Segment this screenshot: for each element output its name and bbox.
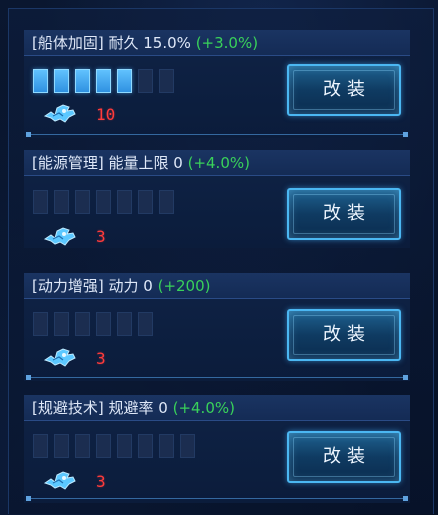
progress-segment-filled bbox=[96, 69, 111, 93]
blueprint-part-icon bbox=[43, 102, 77, 124]
module-bonus: (+4.0%) bbox=[172, 399, 235, 417]
progress-segment-empty bbox=[54, 312, 69, 336]
module-header: [规避技术] 规避率 0 (+4.0%) bbox=[24, 395, 410, 421]
progress-segment-empty bbox=[33, 190, 48, 214]
progress-segment-empty bbox=[33, 312, 48, 336]
module-category: [动力增强] bbox=[32, 277, 104, 295]
panel-divider bbox=[26, 496, 408, 501]
module-card-evasion: [规避技术] 规避率 0 (+4.0%) 3 改装 bbox=[24, 395, 410, 503]
progress-segment-filled bbox=[54, 69, 69, 93]
modify-button[interactable]: 改装 bbox=[287, 431, 401, 483]
panel-divider bbox=[26, 132, 408, 137]
progress-segment-empty bbox=[159, 434, 174, 458]
blueprint-part-icon bbox=[43, 346, 77, 368]
progress-segment-empty bbox=[117, 434, 132, 458]
module-card-power: [动力增强] 动力 0 (+200) 3 改装 bbox=[24, 273, 410, 381]
blueprint-part-icon bbox=[43, 469, 77, 491]
part-count: 3 bbox=[96, 349, 106, 368]
modify-button[interactable]: 改装 bbox=[287, 64, 401, 116]
progress-segment-empty bbox=[117, 312, 132, 336]
progress-segment-empty bbox=[33, 434, 48, 458]
blueprint-part-icon bbox=[43, 225, 77, 247]
progress-segment-empty bbox=[75, 434, 90, 458]
module-header: [动力增强] 动力 0 (+200) bbox=[24, 273, 410, 299]
module-stat: 动力 0 bbox=[108, 277, 153, 295]
module-header: [能源管理] 能量上限 0 (+4.0%) bbox=[24, 150, 410, 176]
progress-segment-filled bbox=[75, 69, 90, 93]
ship-modification-panel: [船体加固] 耐久 15.0% (+3.0%) 10 改装 [能源管理] 能量上… bbox=[0, 0, 438, 515]
module-category: [能源管理] bbox=[32, 154, 104, 172]
progress-segment-empty bbox=[159, 69, 174, 93]
module-card-hull: [船体加固] 耐久 15.0% (+3.0%) 10 改装 bbox=[24, 30, 410, 138]
part-count: 3 bbox=[96, 472, 106, 491]
progress-segment-empty bbox=[138, 190, 153, 214]
module-bonus: (+200) bbox=[157, 277, 211, 295]
modify-button[interactable]: 改装 bbox=[287, 309, 401, 361]
progress-segment-empty bbox=[75, 312, 90, 336]
progress-segment-empty bbox=[138, 434, 153, 458]
progress-segment-filled bbox=[117, 69, 132, 93]
modify-button[interactable]: 改装 bbox=[287, 188, 401, 240]
part-count: 3 bbox=[96, 227, 106, 246]
module-category: [规避技术] bbox=[32, 399, 104, 417]
progress-segment-empty bbox=[180, 434, 195, 458]
progress-segment-empty bbox=[159, 190, 174, 214]
module-stat: 规避率 0 bbox=[108, 399, 168, 417]
module-stat: 耐久 15.0% bbox=[108, 34, 191, 52]
module-header: [船体加固] 耐久 15.0% (+3.0%) bbox=[24, 30, 410, 56]
module-card-energy: [能源管理] 能量上限 0 (+4.0%) 3 改装 bbox=[24, 150, 410, 248]
progress-segment-empty bbox=[96, 190, 111, 214]
module-stat: 能量上限 0 bbox=[108, 154, 183, 172]
progress-segment-empty bbox=[54, 190, 69, 214]
progress-segment-empty bbox=[138, 69, 153, 93]
module-bonus: (+3.0%) bbox=[195, 34, 259, 52]
progress-segment-empty bbox=[138, 312, 153, 336]
progress-segment-empty bbox=[75, 190, 90, 214]
module-bonus: (+4.0%) bbox=[187, 154, 250, 172]
part-count: 10 bbox=[96, 105, 116, 124]
progress-segment-empty bbox=[117, 190, 132, 214]
panel-divider bbox=[26, 375, 408, 380]
progress-segment-empty bbox=[54, 434, 69, 458]
progress-segment-empty bbox=[96, 312, 111, 336]
progress-segment-empty bbox=[96, 434, 111, 458]
module-category: [船体加固] bbox=[32, 34, 104, 52]
progress-segment-filled bbox=[33, 69, 48, 93]
